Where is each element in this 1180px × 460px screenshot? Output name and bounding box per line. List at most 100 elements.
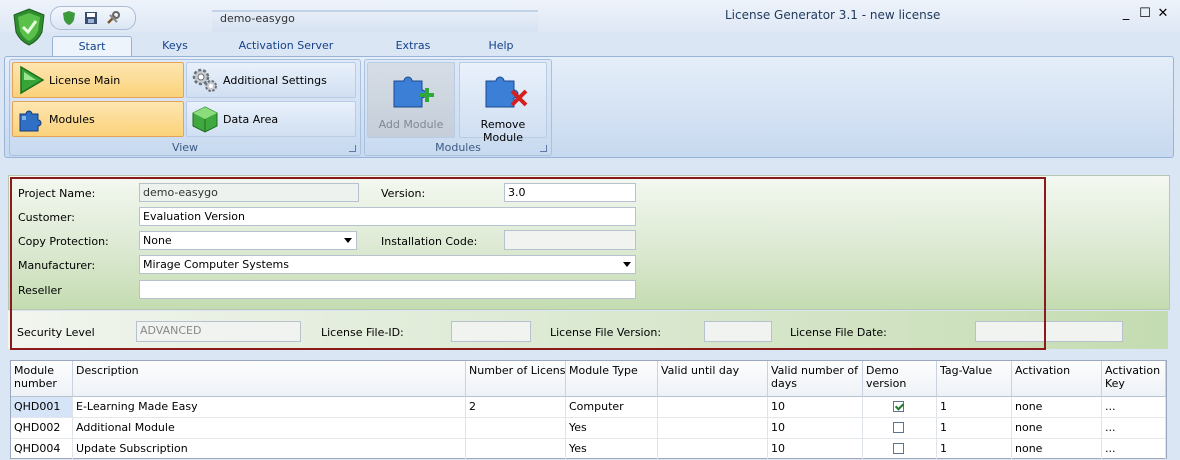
security-level-field[interactable]: ADVANCED xyxy=(136,321,301,342)
copy-protection-select[interactable]: None xyxy=(139,231,357,250)
puzzle-icon xyxy=(19,110,42,132)
column-header-module-number[interactable]: Module number xyxy=(11,361,73,397)
close-button[interactable]: ✕ xyxy=(1155,6,1171,21)
data-area-label: Data Area xyxy=(223,113,279,126)
maximize-button[interactable]: ☐ xyxy=(1137,6,1153,21)
license-file-date-label: License File Date: xyxy=(790,326,887,339)
data-area-button[interactable]: Data Area xyxy=(186,101,356,137)
table-row-activation-key[interactable]: ... xyxy=(1102,397,1166,418)
table-row-tag-value[interactable]: 1 xyxy=(937,439,1012,460)
license-main-button[interactable]: License Main xyxy=(12,62,184,98)
table-row-activation[interactable]: none xyxy=(1012,418,1102,439)
shield-icon[interactable] xyxy=(61,10,77,26)
project-name-label: Project Name: xyxy=(18,187,96,200)
manufacturer-value: Mirage Computer Systems xyxy=(143,258,289,271)
table-row-activation[interactable]: none xyxy=(1012,439,1102,460)
remove-module-label: Remove Module xyxy=(480,118,526,144)
table-row-module-number[interactable]: QHD001 xyxy=(11,397,73,418)
license-file-date-field[interactable] xyxy=(975,321,1123,342)
view-group-launcher-icon[interactable] xyxy=(349,145,356,152)
license-file-id-field[interactable] xyxy=(451,321,531,342)
quick-access-toolbar xyxy=(50,6,136,30)
additional-settings-label: Additional Settings xyxy=(223,74,327,87)
column-header-description[interactable]: Description xyxy=(73,361,466,397)
customer-field[interactable]: Evaluation Version xyxy=(139,207,636,226)
table-row-activation[interactable]: none xyxy=(1012,397,1102,418)
remove-module-button[interactable]: Remove Module xyxy=(459,62,547,144)
puzzle-add-icon xyxy=(393,76,434,108)
table-row-demo-cell xyxy=(863,397,937,418)
modules-button[interactable]: Modules xyxy=(12,101,184,137)
project-name-field[interactable]: demo-easygo xyxy=(139,183,359,202)
table-row-licenses[interactable] xyxy=(466,418,566,439)
tools-icon[interactable] xyxy=(105,10,121,26)
column-header-activation[interactable]: Activation xyxy=(1012,361,1102,397)
copy-protection-value: None xyxy=(143,234,172,247)
column-header-tag-value[interactable]: Tag-Value xyxy=(937,361,1012,397)
chevron-down-icon[interactable] xyxy=(623,262,631,267)
table-row-module-type[interactable]: Yes xyxy=(566,418,658,439)
table-row-module-type[interactable]: Computer xyxy=(566,397,658,418)
table-row-valid-days[interactable]: 10 xyxy=(768,418,863,439)
table-row-valid-days[interactable]: 10 xyxy=(768,439,863,460)
table-row-demo-cell xyxy=(863,439,937,460)
app-shield-icon[interactable] xyxy=(12,8,46,46)
column-header-module-type[interactable]: Module Type xyxy=(566,361,658,397)
column-header-demo-version[interactable]: Demo version xyxy=(863,361,937,397)
installation-code-field[interactable] xyxy=(504,230,636,250)
table-row-activation-key[interactable]: ... xyxy=(1102,439,1166,460)
table-row-module-type[interactable]: Yes xyxy=(566,439,658,460)
column-header-valid-until[interactable]: Valid until day xyxy=(658,361,768,397)
tab-extras[interactable]: Extras xyxy=(388,36,438,56)
play-icon xyxy=(20,65,45,95)
add-module-button[interactable]: Add Module xyxy=(367,62,455,138)
table-row-valid-until[interactable] xyxy=(658,439,768,460)
save-icon[interactable] xyxy=(83,10,99,26)
title-bar xyxy=(0,0,1180,32)
tab-keys[interactable]: Keys xyxy=(148,36,202,56)
table-row-valid-until[interactable] xyxy=(658,418,768,439)
modules-group-launcher-icon[interactable] xyxy=(540,145,547,152)
table-row-module-number[interactable]: QHD004 xyxy=(11,439,73,460)
license-file-version-field[interactable] xyxy=(704,321,772,342)
tab-help[interactable]: Help xyxy=(478,36,524,56)
copy-protection-label: Copy Protection: xyxy=(18,235,109,248)
column-header-licenses[interactable]: Number of Licenses xyxy=(466,361,578,397)
manufacturer-select[interactable]: Mirage Computer Systems xyxy=(139,255,636,274)
column-header-activation-key[interactable]: Activation Key xyxy=(1102,361,1166,397)
additional-settings-button[interactable]: Additional Settings xyxy=(186,62,356,98)
modules-label: Modules xyxy=(49,113,95,126)
license-file-version-label: License File Version: xyxy=(550,326,662,339)
demo-version-checkbox[interactable] xyxy=(893,443,904,454)
version-label: Version: xyxy=(381,187,426,200)
table-row-description[interactable]: E-Learning Made Easy xyxy=(73,397,466,418)
window-title: License Generator 3.1 - new license xyxy=(725,8,941,22)
table-row-module-number[interactable]: QHD002 xyxy=(11,418,73,439)
customer-label: Customer: xyxy=(18,211,75,224)
table-row-tag-value[interactable]: 1 xyxy=(937,418,1012,439)
table-row-valid-until[interactable] xyxy=(658,397,768,418)
tab-activation-server[interactable]: Activation Server xyxy=(234,36,338,56)
tab-start[interactable]: Start xyxy=(52,36,132,57)
table-row-valid-days[interactable]: 10 xyxy=(768,397,863,418)
table-row-description[interactable]: Additional Module xyxy=(73,418,466,439)
minimize-button[interactable]: _ xyxy=(1118,6,1134,21)
version-field[interactable]: 3.0 xyxy=(504,183,636,202)
modules-grid[interactable]: Module number Description Number of Lice… xyxy=(10,360,1167,460)
chevron-down-icon[interactable] xyxy=(344,238,352,243)
reseller-field[interactable] xyxy=(139,280,636,299)
view-group-label: View xyxy=(171,141,199,154)
table-row-tag-value[interactable]: 1 xyxy=(937,397,1012,418)
demo-version-checkbox[interactable] xyxy=(893,422,904,433)
column-header-valid-days[interactable]: Valid number of days xyxy=(768,361,863,397)
table-row-licenses[interactable]: 2 xyxy=(466,397,566,418)
table-row-activation-key[interactable]: ... xyxy=(1102,418,1166,439)
license-main-label: License Main xyxy=(49,74,121,87)
security-level-label: Security Level xyxy=(17,326,95,339)
cube-icon xyxy=(192,106,218,133)
gears-icon xyxy=(192,68,217,92)
demo-version-checkbox[interactable] xyxy=(893,401,904,412)
manufacturer-label: Manufacturer: xyxy=(18,259,96,272)
table-row-description[interactable]: Update Subscription xyxy=(73,439,466,460)
table-row-licenses[interactable] xyxy=(466,439,566,460)
